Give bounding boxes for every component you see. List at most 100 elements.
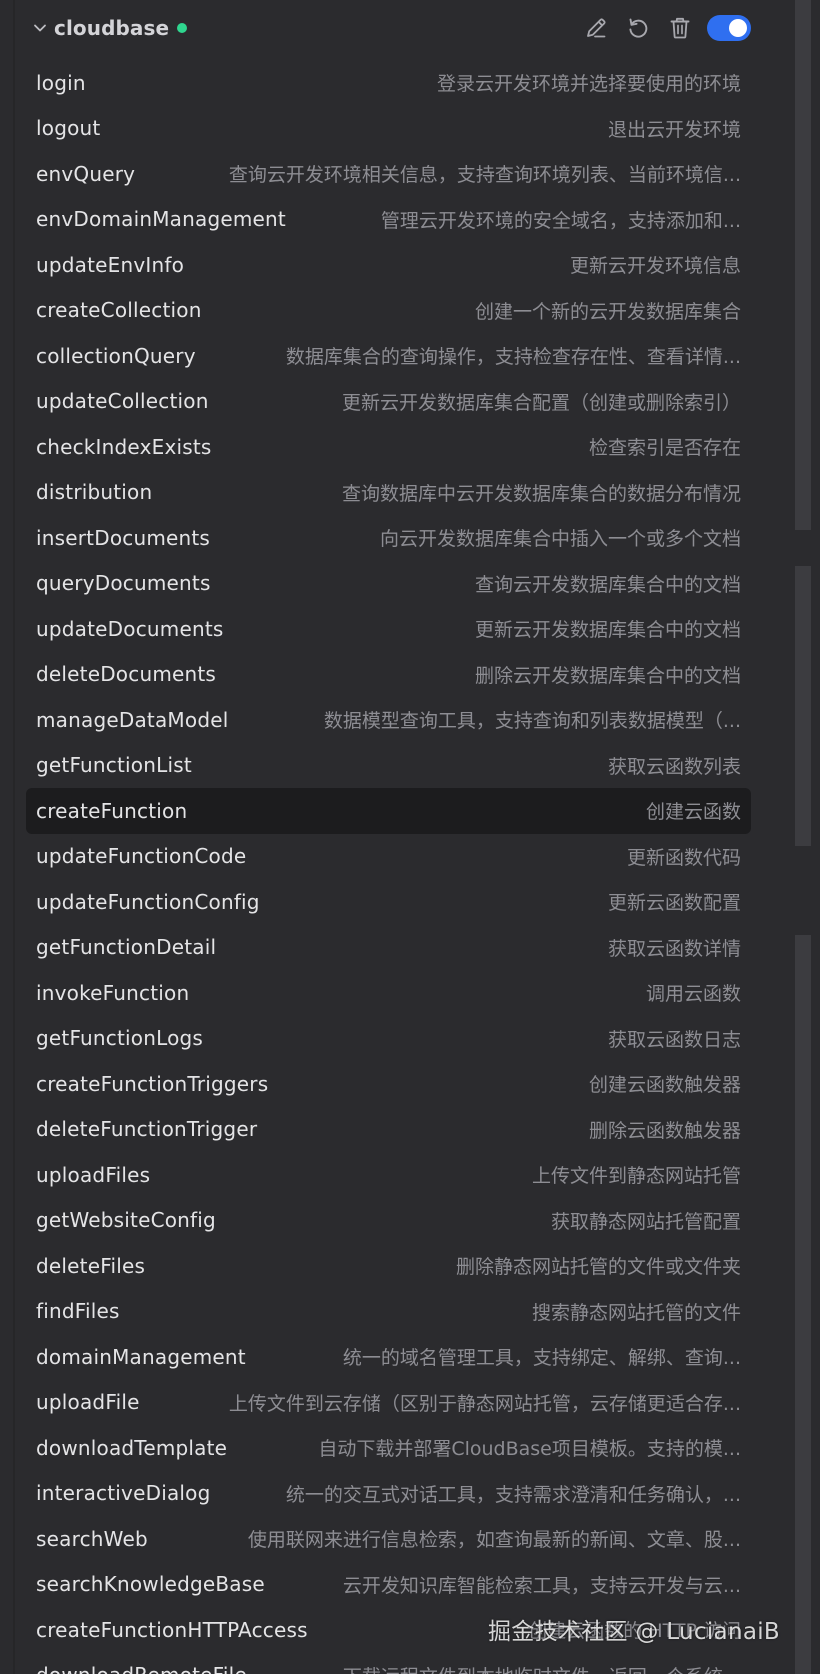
tool-name: updateDocuments <box>36 616 224 641</box>
tool-row-insertDocuments[interactable]: insertDocuments 向云开发数据库集合中插入一个或多个文档 <box>26 515 751 561</box>
tool-row-manageDataModel[interactable]: manageDataModel 数据模型查询工具，支持查询和列表数据模型（... <box>26 697 751 743</box>
tool-name: searchKnowledgeBase <box>36 1572 265 1597</box>
tool-description: 删除云函数触发器 <box>588 1119 741 1142</box>
tool-name: queryDocuments <box>36 571 211 596</box>
tool-name: envQuery <box>36 161 136 186</box>
tool-description: 删除静态网站托管的文件或文件夹 <box>455 1256 741 1279</box>
tool-row-updateCollection[interactable]: updateCollection 更新云开发数据库集合配置（创建或删除索引） <box>26 379 751 425</box>
tool-name: searchWeb <box>36 1526 148 1551</box>
tool-name: downloadTemplate <box>36 1435 228 1460</box>
tool-name: getFunctionList <box>36 753 192 778</box>
tool-name: updateFunctionConfig <box>36 889 260 914</box>
tool-description: 使用联网来进行信息检索，如查询最新的新闻、文章、股... <box>247 1529 741 1552</box>
tool-row-uploadFile[interactable]: uploadFile 上传文件到云存储（区别于静态网站托管，云存储更适合存... <box>26 1380 751 1426</box>
tool-row-downloadRemoteFile[interactable]: downloadRemoteFile 下载远程文件到本地临时文件，返回一个系统..… <box>26 1653 751 1674</box>
tool-row-getFunctionList[interactable]: getFunctionList 获取云函数列表 <box>26 743 751 789</box>
tool-description: 更新云函数配置 <box>607 892 741 915</box>
tool-description: 云开发知识库智能检索工具，支持云开发与云... <box>342 1574 741 1597</box>
tool-list: login 登录云开发环境并选择要使用的环境 logout 退出云开发环境 envQue… <box>26 60 751 1674</box>
tool-description: 创建一个新的云开发数据库集合 <box>474 300 741 323</box>
tool-name: getWebsiteConfig <box>36 1208 216 1233</box>
tool-row-getWebsiteConfig[interactable]: getWebsiteConfig 获取静态网站托管配置 <box>26 1198 751 1244</box>
tool-row-envDomainManagement[interactable]: envDomainManagement 管理云开发环境的安全域名，支持添加和... <box>26 197 751 243</box>
tool-description: 更新云开发环境信息 <box>569 255 741 278</box>
tool-row-collectionQuery[interactable]: collectionQuery 数据库集合的查询操作，支持检查存在性、查看详情..… <box>26 333 751 379</box>
tool-description: 更新云开发数据库集合中的文档 <box>474 619 741 642</box>
tool-description: 更新函数代码 <box>626 846 741 869</box>
tool-name: updateCollection <box>36 389 209 414</box>
tool-row-domainManagement[interactable]: domainManagement 统一的域名管理工具，支持绑定、解绑、查询... <box>26 1334 751 1380</box>
server-name: cloudbase <box>54 16 170 40</box>
tool-description: 创建云函数 <box>645 801 741 824</box>
tool-row-updateEnvInfo[interactable]: updateEnvInfo 更新云开发环境信息 <box>26 242 751 288</box>
tool-name: deleteFunctionTrigger <box>36 1117 258 1142</box>
tool-row-deleteFiles[interactable]: deleteFiles 删除静态网站托管的文件或文件夹 <box>26 1243 751 1289</box>
tool-row-createFunction[interactable]: createFunction 创建云函数 <box>26 788 751 834</box>
tool-row-createCollection[interactable]: createCollection 创建一个新的云开发数据库集合 <box>26 288 751 334</box>
tool-description: 向云开发数据库集合中插入一个或多个文档 <box>379 528 741 551</box>
tool-name: collectionQuery <box>36 343 196 368</box>
tool-description: 数据库集合的查询操作，支持检查存在性、查看详情... <box>285 346 741 369</box>
tool-row-getFunctionLogs[interactable]: getFunctionLogs 获取云函数日志 <box>26 1016 751 1062</box>
tool-row-interactiveDialog[interactable]: interactiveDialog 统一的交互式对话工具，支持需求澄清和任务确认，… <box>26 1471 751 1517</box>
tool-description: 获取云函数列表 <box>607 755 741 778</box>
tool-row-checkIndexExists[interactable]: checkIndexExists 检查索引是否存在 <box>26 424 751 470</box>
tool-description: 获取云函数详情 <box>607 937 741 960</box>
tool-description: 数据模型查询工具，支持查询和列表数据模型（... <box>323 710 741 733</box>
scrollbar-marker <box>795 935 811 1674</box>
edit-icon[interactable] <box>581 13 611 43</box>
status-indicator <box>177 23 188 33</box>
tool-name: deleteFiles <box>36 1253 146 1278</box>
tool-description: 上传文件到静态网站托管 <box>531 1165 741 1188</box>
tool-row-downloadTemplate[interactable]: downloadTemplate 自动下载并部署CloudBase项目模板。支持的… <box>26 1425 751 1471</box>
tool-name: logout <box>36 116 101 141</box>
tool-name: uploadFile <box>36 1390 140 1415</box>
tool-name: uploadFiles <box>36 1162 151 1187</box>
tool-row-uploadFiles[interactable]: uploadFiles 上传文件到静态网站托管 <box>26 1152 751 1198</box>
tool-description: 获取云函数日志 <box>607 1028 741 1051</box>
tool-description: 登录云开发环境并选择要使用的环境 <box>436 73 741 96</box>
tool-name: invokeFunction <box>36 980 190 1005</box>
tool-name: envDomainManagement <box>36 207 286 232</box>
tool-name: insertDocuments <box>36 525 211 550</box>
tool-row-updateFunctionCode[interactable]: updateFunctionCode 更新函数代码 <box>26 834 751 880</box>
trash-icon[interactable] <box>665 13 695 43</box>
tool-description: 退出云开发环境 <box>607 118 741 141</box>
tool-row-invokeFunction[interactable]: invokeFunction 调用云函数 <box>26 970 751 1016</box>
tool-row-searchKnowledgeBase[interactable]: searchKnowledgeBase 云开发知识库智能检索工具，支持云开发与云.… <box>26 1562 751 1608</box>
tool-name: getFunctionLogs <box>36 1026 204 1051</box>
tool-row-queryDocuments[interactable]: queryDocuments 查询云开发数据库集合中的文档 <box>26 561 751 607</box>
chevron-down-icon[interactable] <box>30 18 50 38</box>
tool-name: deleteDocuments <box>36 662 217 687</box>
tool-row-findFiles[interactable]: findFiles 搜索静态网站托管的文件 <box>26 1289 751 1335</box>
tool-row-updateDocuments[interactable]: updateDocuments 更新云开发数据库集合中的文档 <box>26 606 751 652</box>
scrollbar-marker <box>795 566 811 846</box>
tool-row-searchWeb[interactable]: searchWeb 使用联网来进行信息检索，如查询最新的新闻、文章、股... <box>26 1516 751 1562</box>
tool-name: getFunctionDetail <box>36 935 217 960</box>
tool-name: createFunction <box>36 798 188 823</box>
tool-row-updateFunctionConfig[interactable]: updateFunctionConfig 更新云函数配置 <box>26 879 751 925</box>
tool-row-deleteFunctionTrigger[interactable]: deleteFunctionTrigger 删除云函数触发器 <box>26 1107 751 1153</box>
tool-description: 获取静态网站托管配置 <box>550 1210 741 1233</box>
server-header: cloudbase <box>26 0 751 56</box>
tool-name: createCollection <box>36 298 202 323</box>
tool-description: 查询云开发环境相关信息，支持查询环境列表、当前环境信... <box>228 164 741 187</box>
tool-row-createFunctionTriggers[interactable]: createFunctionTriggers 创建云函数触发器 <box>26 1061 751 1107</box>
scrollbar-thumb[interactable] <box>795 0 811 530</box>
tool-description: 上传文件到云存储（区别于静态网站托管，云存储更适合存... <box>228 1392 741 1415</box>
tool-row-envQuery[interactable]: envQuery 查询云开发环境相关信息，支持查询环境列表、当前环境信... <box>26 151 751 197</box>
server-enabled-toggle[interactable] <box>707 15 751 41</box>
tool-name: manageDataModel <box>36 707 229 732</box>
mcp-server-panel: cloudbase login 登录云开发环境并选择要使用的环境 logout … <box>0 0 820 1674</box>
tool-description: 调用云函数 <box>645 983 741 1006</box>
refresh-icon[interactable] <box>623 13 653 43</box>
header-actions <box>569 13 751 43</box>
tool-row-distribution[interactable]: distribution 查询数据库中云开发数据库集合的数据分布情况 <box>26 470 751 516</box>
tool-description: 下载远程文件到本地临时文件，返回一个系统... <box>317 1662 741 1674</box>
tool-name: createFunctionHTTPAccess <box>36 1617 308 1642</box>
tool-row-login[interactable]: login 登录云开发环境并选择要使用的环境 <box>26 60 751 106</box>
tool-row-logout[interactable]: logout 退出云开发环境 <box>26 106 751 152</box>
tool-description: 搜索静态网站托管的文件 <box>531 1301 741 1324</box>
tool-row-getFunctionDetail[interactable]: getFunctionDetail 获取云函数详情 <box>26 925 751 971</box>
tool-row-deleteDocuments[interactable]: deleteDocuments 删除云开发数据库集合中的文档 <box>26 652 751 698</box>
